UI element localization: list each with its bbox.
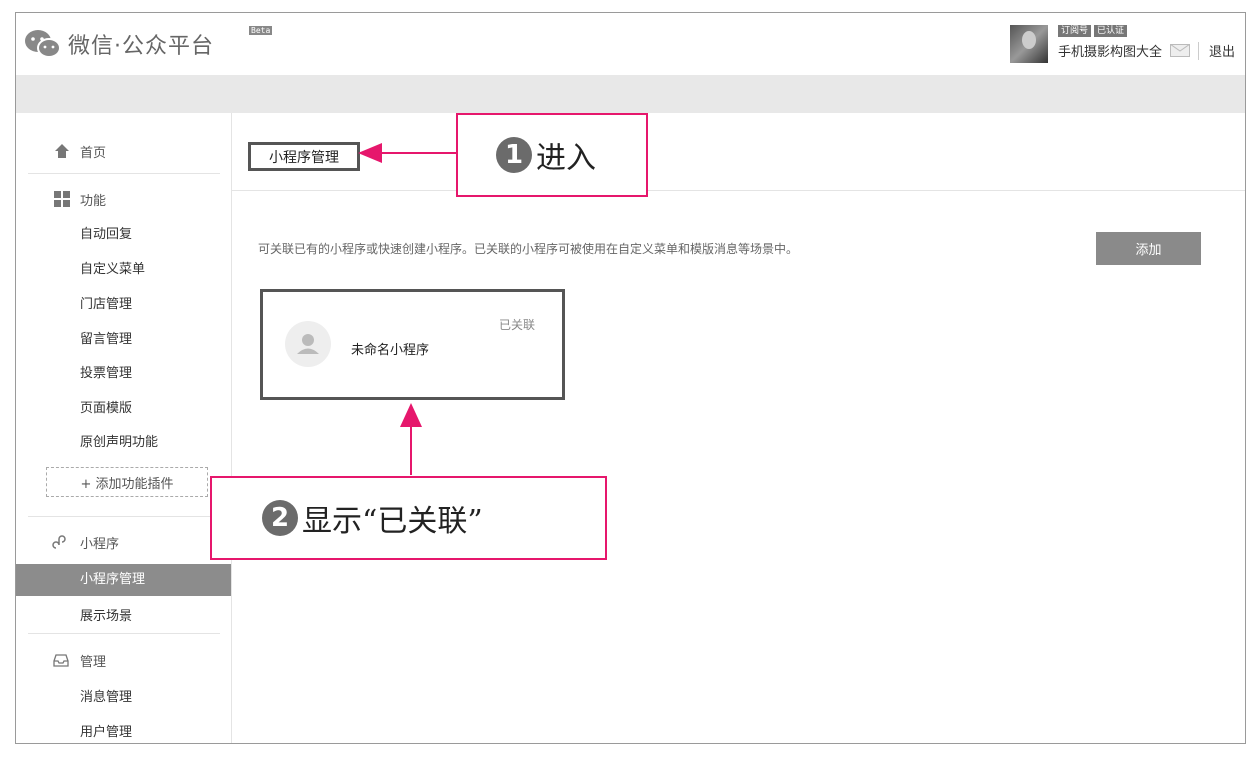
sidebar-item-home[interactable]: 首页	[16, 141, 231, 161]
sidebar-item-page-template[interactable]: 页面模版	[16, 397, 231, 416]
section-feature: 功能	[16, 189, 231, 209]
mini-program-card[interactable]: 未命名小程序 已关联	[260, 289, 565, 400]
add-button[interactable]: 添加	[1096, 232, 1201, 265]
add-plugin-button[interactable]: + 添加功能插件	[46, 467, 208, 497]
mail-icon[interactable]	[1169, 44, 1190, 57]
user-placeholder-icon	[297, 334, 319, 354]
logo-text: 微信·公众平台	[68, 34, 214, 59]
sidebar-item-users[interactable]: 用户管理	[16, 721, 231, 740]
divider	[28, 633, 220, 634]
description-text: 可关联已有的小程序或快速创建小程序。已关联的小程序可被使用在自定义菜单和模版消息…	[258, 242, 799, 256]
section-mini-program: 小程序	[16, 532, 231, 552]
beta-badge: Beta	[249, 26, 273, 35]
mini-program-avatar	[285, 321, 331, 367]
step-1-text: 进入	[536, 141, 596, 176]
sidebar-item-auto-reply[interactable]: 自动回复	[16, 223, 231, 242]
step-2-number: 2	[262, 500, 298, 536]
logo[interactable]: 微信·公众平台	[24, 28, 214, 60]
sidebar: 首页 功能 自动回复 自定义菜单 门店管理 留言管理 投票管理 页面模版 原创声…	[16, 113, 231, 743]
home-icon	[55, 144, 69, 158]
step-1-number: 1	[496, 137, 532, 173]
logout-link[interactable]: 退出	[1209, 41, 1235, 60]
tab-bar: 小程序管理	[232, 113, 1245, 191]
sidebar-item-messages[interactable]: 消息管理	[16, 686, 231, 705]
step-2-text: 显示“已关联”	[302, 504, 483, 539]
avatar[interactable]	[1009, 25, 1048, 63]
grid-icon	[54, 191, 70, 207]
sidebar-item-display-scene[interactable]: 展示场景	[16, 605, 231, 624]
mini-program-status: 已关联	[499, 318, 536, 332]
header-grey-bar	[16, 75, 1245, 113]
annotation-step-1: 1 进入	[456, 113, 648, 197]
sidebar-item-mini-program-manage[interactable]: 小程序管理	[16, 564, 231, 596]
app-frame: 微信·公众平台 Beta 订阅号 已认证 手机摄影构图大全 退出 首页 功能 自…	[15, 12, 1246, 744]
top-header: 微信·公众平台 Beta 订阅号 已认证 手机摄影构图大全 退出	[16, 13, 1245, 75]
account-area: 订阅号 已认证 手机摄影构图大全 退出	[1009, 25, 1235, 63]
annotation-step-2: 2 显示“已关联”	[210, 476, 607, 560]
divider	[28, 516, 220, 517]
section-manage: 管理	[16, 650, 231, 670]
wechat-logo-icon	[25, 30, 61, 58]
verified-badge: 已认证	[1093, 25, 1127, 37]
account-name[interactable]: 手机摄影构图大全	[1058, 41, 1162, 60]
sidebar-item-comments[interactable]: 留言管理	[16, 328, 231, 347]
mini-program-icon	[52, 535, 66, 549]
main-content: 小程序管理 可关联已有的小程序或快速创建小程序。已关联的小程序可被使用在自定义菜…	[231, 113, 1245, 743]
mini-program-name: 未命名小程序	[351, 343, 430, 358]
section-feature-label: 功能	[80, 193, 107, 209]
account-type-badge: 订阅号	[1057, 25, 1091, 37]
header-separator	[1197, 41, 1199, 60]
section-mini-program-label: 小程序	[80, 536, 120, 552]
sidebar-item-original[interactable]: 原创声明功能	[16, 431, 231, 450]
divider	[28, 173, 220, 174]
section-manage-label: 管理	[80, 654, 107, 670]
sidebar-item-store[interactable]: 门店管理	[16, 293, 231, 312]
inbox-icon	[53, 654, 69, 667]
tab-mini-program-manage[interactable]: 小程序管理	[248, 142, 360, 171]
sidebar-home-label: 首页	[80, 145, 107, 161]
sidebar-item-vote[interactable]: 投票管理	[16, 362, 231, 381]
sidebar-item-custom-menu[interactable]: 自定义菜单	[16, 258, 231, 277]
